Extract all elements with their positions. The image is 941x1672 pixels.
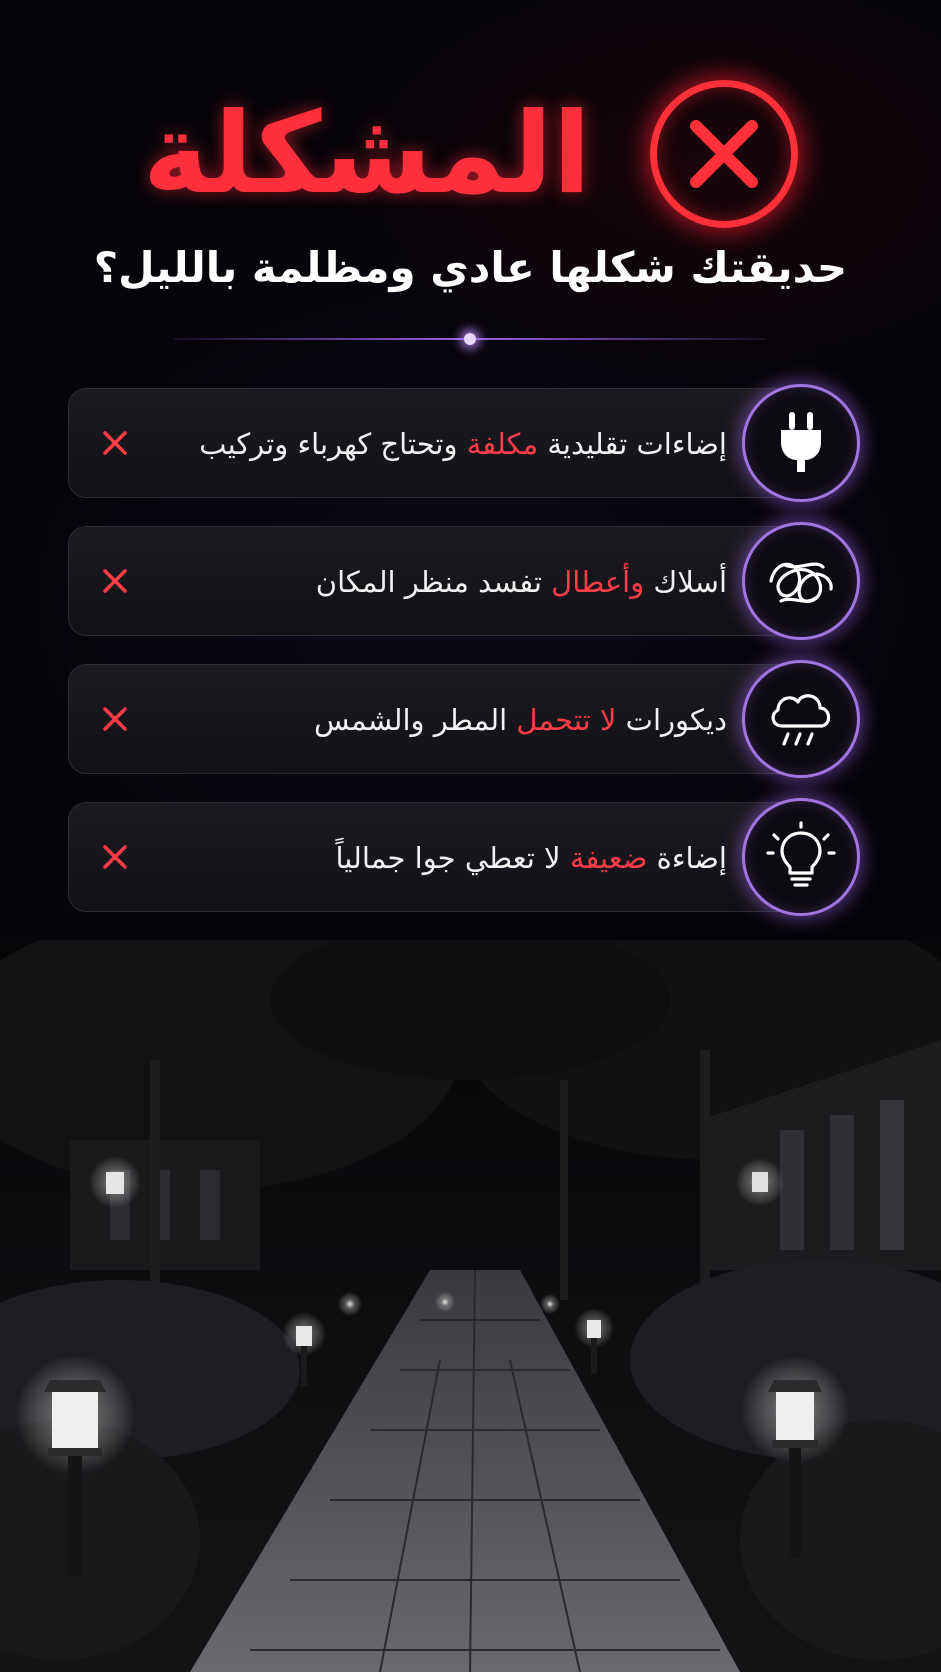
problem-card: إضاءة ضعيفة لا تعطي جوا جمالياً [68,802,808,912]
tangled-wires-icon [742,522,860,640]
rain-cloud-icon [742,660,860,778]
x-mark-icon [103,431,127,455]
problem-text: إضاءة ضعيفة لا تعطي جوا جمالياً [335,841,727,875]
problem-highlight: ضعيفة [569,841,648,875]
problem-card: ديكورات لا تتحمل المطر والشمس [68,664,808,774]
problem-card: أسلاك وأعطال تفسد منظر المكان [68,526,808,636]
night-garden-path-photo [0,940,941,1672]
problem-list: إضاءات تقليدية مكلفة وتحتاج كهرباء وتركي… [0,0,941,940]
problem-highlight: مكلفة [466,427,539,461]
x-mark-icon [103,707,127,731]
problem-text: إضاءات تقليدية مكلفة وتحتاج كهرباء وتركي… [199,427,727,461]
x-mark-icon [103,569,127,593]
problem-highlight: وأعطال [551,565,645,599]
lightbulb-icon [742,798,860,916]
x-mark-icon [103,845,127,869]
problem-highlight: لا تتحمل [516,703,617,737]
problem-card: إضاءات تقليدية مكلفة وتحتاج كهرباء وتركي… [68,388,808,498]
plug-icon [742,384,860,502]
problem-text: ديكورات لا تتحمل المطر والشمس [314,703,727,737]
problem-text: أسلاك وأعطال تفسد منظر المكان [315,565,727,599]
